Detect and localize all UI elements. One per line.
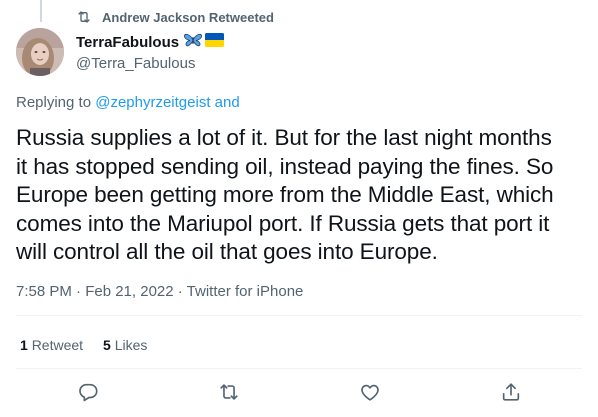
retweet-button[interactable] xyxy=(215,380,243,408)
heart-icon xyxy=(359,381,381,408)
retweet-icon xyxy=(76,9,92,25)
divider xyxy=(16,368,582,369)
reply-button[interactable] xyxy=(74,380,102,408)
reply-icon xyxy=(77,381,99,408)
retweet-icon xyxy=(218,381,240,408)
butterfly-emoji-icon xyxy=(183,32,203,54)
divider xyxy=(16,315,582,316)
share-icon xyxy=(500,381,522,408)
likes-count: 5 xyxy=(103,337,111,353)
thread-connector-line xyxy=(40,0,42,22)
like-button[interactable] xyxy=(356,380,384,408)
retweets-count: 1 xyxy=(20,337,28,353)
replying-to-prefix: Replying to xyxy=(16,94,96,111)
display-name[interactable]: TerraFabulous xyxy=(76,33,179,53)
user-handle[interactable]: @Terra_Fabulous xyxy=(76,54,224,74)
retweets-stat[interactable]: 1 Retweet xyxy=(20,336,83,354)
replying-to: Replying to @zephyrzeitgeist and xyxy=(16,93,240,113)
action-bar xyxy=(0,380,598,408)
likes-stat[interactable]: 5 Likes xyxy=(103,336,147,354)
likes-label: Likes xyxy=(114,337,148,353)
author-block[interactable]: TerraFabulous @Terra_Fabulous xyxy=(76,32,225,74)
ukraine-flag-emoji-icon xyxy=(205,33,225,53)
retweets-label: Retweet xyxy=(31,337,84,353)
share-button[interactable] xyxy=(497,380,525,408)
retweet-context: Andrew Jackson Retweeted xyxy=(76,8,274,26)
tweet-text: Russia supplies a lot of it. But for the… xyxy=(16,125,554,264)
retweet-context-text[interactable]: Andrew Jackson Retweeted xyxy=(102,10,274,25)
tweet-timestamp[interactable]: 7:58 PM · Feb 21, 2022 · Twitter for iPh… xyxy=(16,282,303,302)
engagement-stats: 1 Retweet 5 Likes xyxy=(20,336,147,354)
reply-mention-link[interactable]: @zephyrzeitgeist xyxy=(95,94,210,111)
reply-mention-suffix[interactable]: and xyxy=(211,94,240,111)
avatar[interactable] xyxy=(16,28,64,76)
